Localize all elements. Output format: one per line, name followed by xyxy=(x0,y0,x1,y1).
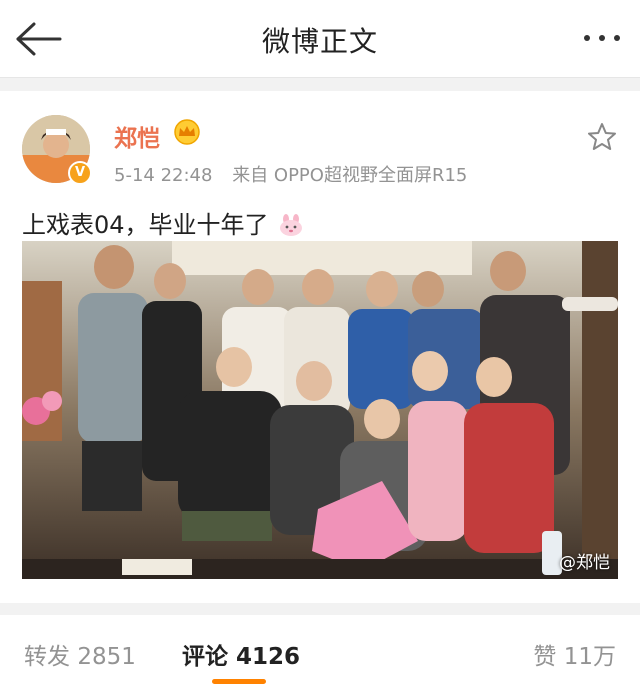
interaction-tabs: 转发 2851 评论 4126 赞 11万 xyxy=(0,615,640,686)
tab-like-count: 11万 xyxy=(563,644,616,670)
page-title: 微博正文 xyxy=(261,25,378,58)
post-meta: 5-14 22:48 来自 OPPO超视野全面屏R15 xyxy=(114,161,481,187)
tab-repost-count: 2851 xyxy=(77,644,136,670)
active-tab-indicator xyxy=(212,679,266,684)
post-card: V 郑恺 5-14 22:48 来自 OPPO超视野全面屏R15 上戏表04，毕… xyxy=(0,91,640,603)
photo-watermark: @郑恺 xyxy=(559,553,610,573)
tab-repost[interactable]: 转发 2851 xyxy=(24,637,136,671)
post-text: 上戏表04，毕业十年了 xyxy=(22,205,304,240)
more-dots-icon[interactable] xyxy=(582,24,622,52)
post-time: 5-14 22:48 xyxy=(114,165,213,186)
tab-comment-label: 评论 xyxy=(182,644,228,670)
author-name[interactable]: 郑恺 xyxy=(114,119,160,153)
post-source: 来自 OPPO超视野全面屏R15 xyxy=(232,165,468,186)
section-divider xyxy=(0,603,640,615)
tab-like-label: 赞 xyxy=(533,644,557,670)
tab-comment[interactable]: 评论 4126 xyxy=(182,637,300,671)
verified-badge-icon: V xyxy=(68,161,92,185)
post-photo[interactable]: @郑恺 xyxy=(22,241,618,579)
tab-repost-label: 转发 xyxy=(24,644,70,670)
bunny-emoji-icon xyxy=(280,214,303,236)
group-photo-image xyxy=(22,241,618,579)
post-text-content: 上戏表04，毕业十年了 xyxy=(22,211,269,239)
top-nav-bar: 微博正文 xyxy=(0,0,640,78)
crown-icon xyxy=(174,119,200,145)
tab-comment-count: 4126 xyxy=(236,644,301,670)
section-divider xyxy=(0,79,640,91)
tab-like[interactable]: 赞 11万 xyxy=(533,637,616,671)
star-outline-icon[interactable] xyxy=(586,121,618,153)
